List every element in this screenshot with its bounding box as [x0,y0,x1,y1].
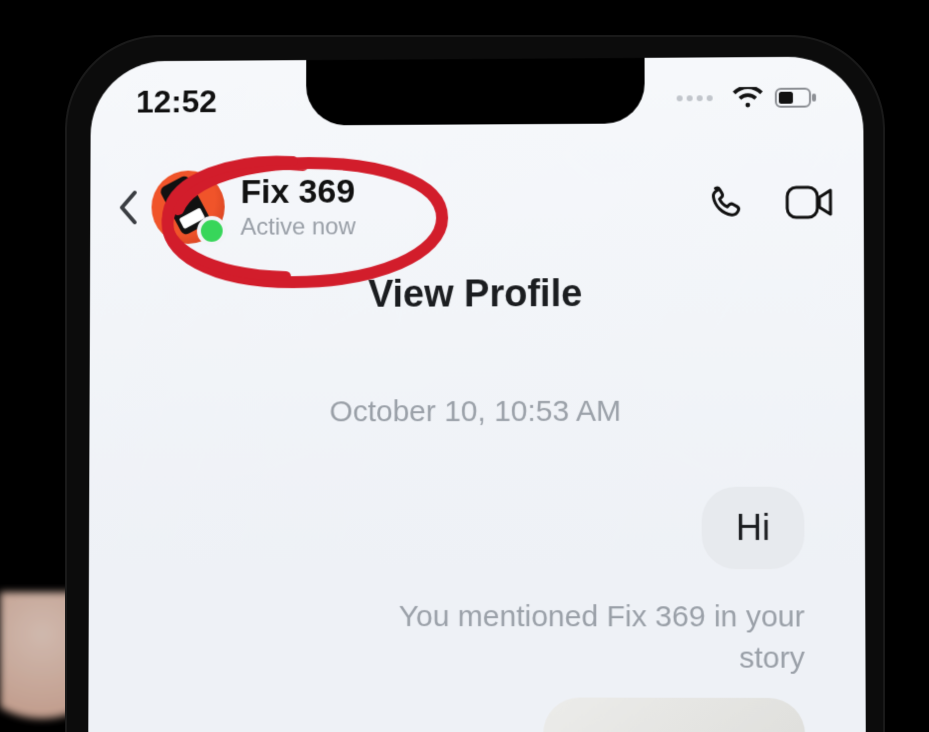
status-right [677,87,817,110]
back-button[interactable] [108,188,148,228]
chat-name: Fix 369 [241,172,356,211]
story-thumbnail[interactable] [543,698,805,732]
chat-presence-text: Active now [240,213,355,241]
chat-header: Fix 369 Active now [90,156,864,255]
battery-icon [775,87,817,109]
message-bubble[interactable]: Hi [702,487,805,569]
wifi-icon [733,87,763,109]
phone-side-edge [899,260,929,560]
chat-identity[interactable]: Fix 369 Active now [240,172,355,241]
phone-screen: 12:52 [88,56,867,732]
story-mention-label: You mentioned Fix 369 in your story [363,597,805,679]
clock: 12:52 [136,83,217,120]
avatar[interactable] [151,170,224,244]
view-profile-link[interactable]: View Profile [90,272,864,318]
conversation-timestamp: October 10, 10:53 AM [89,394,864,429]
presence-dot-icon [197,216,227,246]
video-call-button[interactable] [785,183,833,226]
page-dots-icon [677,95,713,101]
video-icon [785,183,833,221]
voice-call-button[interactable] [705,182,745,227]
phone-icon [705,182,745,222]
notch [306,56,645,125]
chevron-left-icon [117,190,139,226]
phone-frame: 12:52 [65,35,885,732]
